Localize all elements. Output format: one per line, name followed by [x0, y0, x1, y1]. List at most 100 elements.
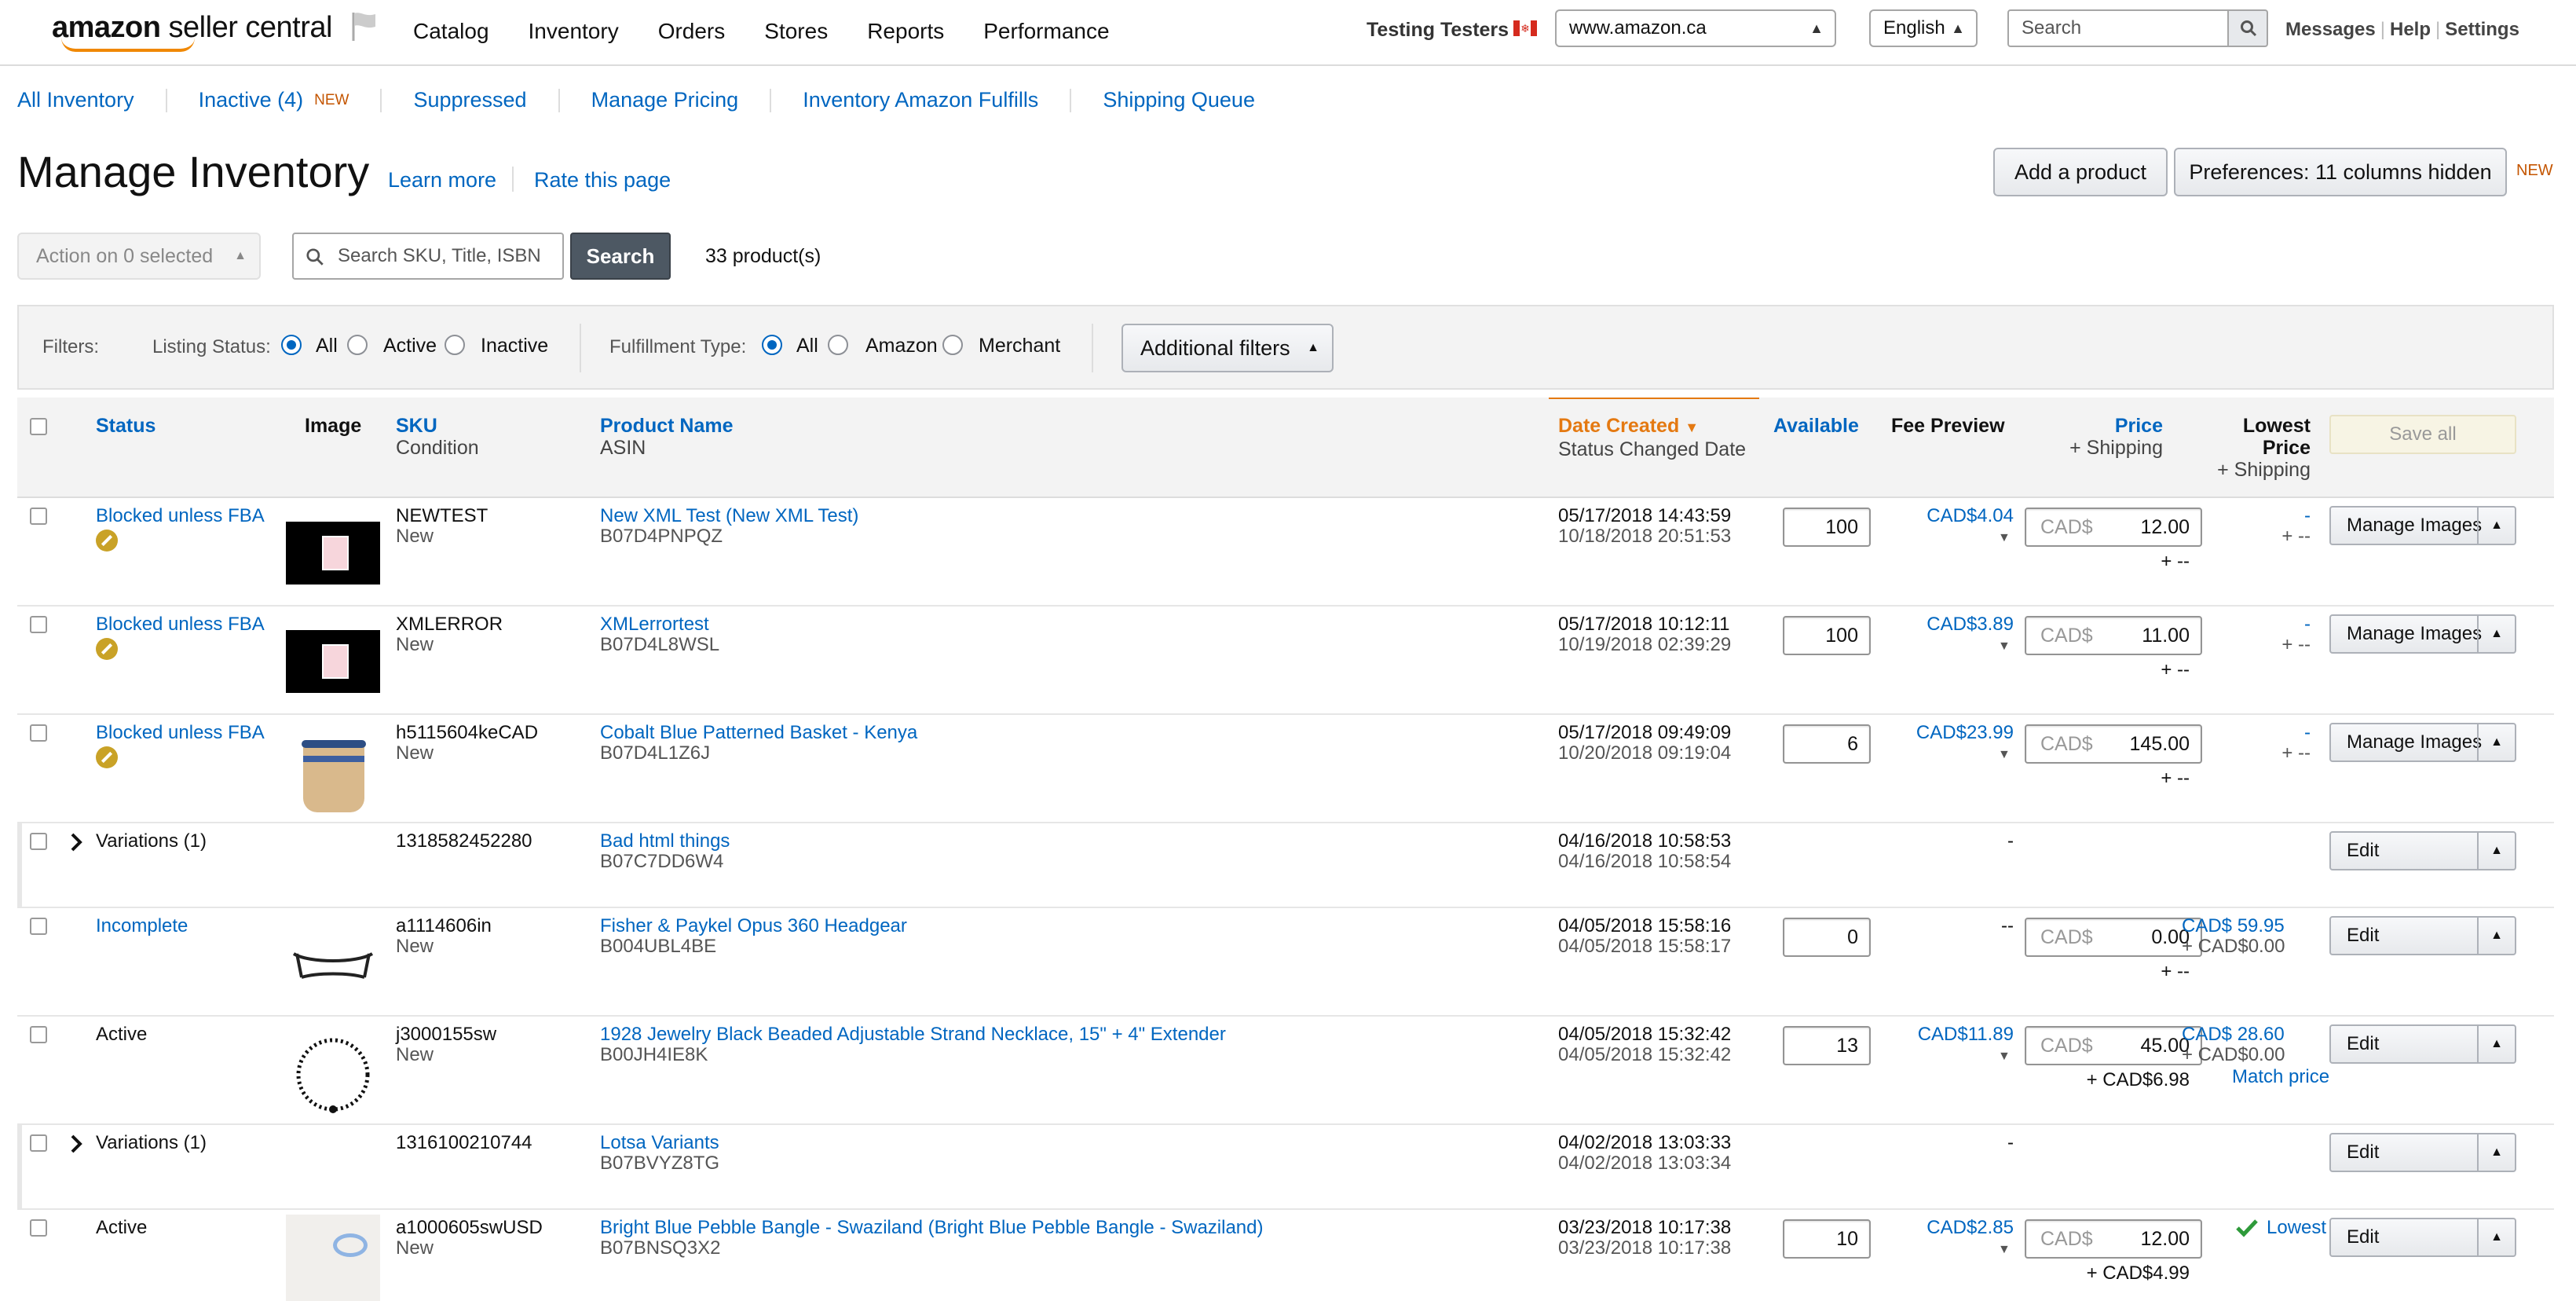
product-name-link[interactable]: Cobalt Blue Patterned Basket - Kenya: [600, 722, 917, 743]
fee-preview-link[interactable]: CAD$23.99: [1902, 723, 2014, 743]
chevron-down-icon[interactable]: ▼: [1998, 1050, 2011, 1064]
listing-status-active-label[interactable]: Active: [383, 335, 437, 357]
match-price-link[interactable]: Match price: [2232, 1067, 2329, 1087]
row-checkbox[interactable]: [30, 1026, 47, 1043]
product-name-link[interactable]: New XML Test (New XML Test): [600, 505, 858, 526]
fee-preview-link[interactable]: CAD$11.89: [1902, 1024, 2014, 1045]
listing-status-active-radio[interactable]: [347, 335, 368, 355]
row-checkbox[interactable]: [30, 1219, 47, 1237]
col-sku[interactable]: SKU Condition: [396, 415, 479, 459]
listing-status-inactive-radio[interactable]: [445, 335, 465, 355]
price-input[interactable]: CAD$ 145.00: [2025, 724, 2202, 764]
subnav-all-inventory[interactable]: All Inventory: [17, 88, 134, 112]
nav-orders[interactable]: Orders: [658, 19, 726, 44]
manage-images-button[interactable]: Manage Images ▲: [2329, 723, 2516, 762]
price-input[interactable]: CAD$ 0.00: [2025, 918, 2202, 957]
edit-button[interactable]: Edit ▲: [2329, 1218, 2516, 1257]
fulfillment-amazon-label[interactable]: Amazon: [865, 335, 938, 357]
available-input[interactable]: 100: [1783, 616, 1871, 655]
chevron-down-icon[interactable]: ▼: [1998, 640, 2011, 654]
status-link[interactable]: Blocked unless FBA: [96, 506, 265, 526]
additional-filters-button[interactable]: Additional filters ▲: [1122, 324, 1334, 372]
col-status[interactable]: Status: [96, 415, 156, 437]
manage-images-button[interactable]: Manage Images ▲: [2329, 614, 2516, 654]
available-input[interactable]: 10: [1783, 1219, 1871, 1259]
product-name-link[interactable]: Lotsa Variants: [600, 1132, 719, 1153]
edit-button[interactable]: Edit ▲: [2329, 916, 2516, 955]
col-available[interactable]: Available: [1773, 415, 1859, 437]
col-price[interactable]: Price + Shipping: [2044, 415, 2163, 459]
chevron-down-icon[interactable]: ▼: [1998, 1243, 2011, 1257]
chevron-down-icon[interactable]: ▼: [1998, 748, 2011, 762]
row-checkbox[interactable]: [30, 918, 47, 935]
learn-more-link[interactable]: Learn more: [388, 168, 496, 192]
product-thumbnail[interactable]: [286, 1215, 380, 1301]
row-checkbox[interactable]: [30, 616, 47, 633]
product-thumbnail[interactable]: [286, 726, 380, 819]
fulfillment-all-radio[interactable]: [762, 335, 782, 355]
fulfillment-merchant-radio[interactable]: [942, 335, 963, 355]
language-select[interactable]: English ▲: [1869, 9, 1978, 47]
preferences-button[interactable]: Preferences: 11 columns hidden: [2174, 148, 2507, 196]
select-arrows-icon[interactable]: ▲: [2477, 1219, 2515, 1255]
subnav-inventory-amazon-fulfills[interactable]: Inventory Amazon Fulfills: [803, 88, 1038, 112]
variations-toggle[interactable]: Variations (1): [96, 1133, 207, 1153]
rate-page-link[interactable]: Rate this page: [534, 168, 671, 192]
fee-preview-link[interactable]: CAD$3.89: [1902, 614, 2014, 635]
nav-inventory[interactable]: Inventory: [529, 19, 619, 44]
select-arrows-icon[interactable]: ▲: [2477, 616, 2515, 652]
fulfillment-all-label[interactable]: All: [796, 335, 818, 357]
fulfillment-amazon-radio[interactable]: [828, 335, 848, 355]
listing-status-all-radio[interactable]: [281, 335, 302, 355]
lowest-price[interactable]: -: [2182, 506, 2311, 526]
select-arrows-icon[interactable]: ▲: [2477, 724, 2515, 760]
listing-status-all-label[interactable]: All: [316, 335, 338, 357]
available-input[interactable]: 0: [1783, 918, 1871, 957]
fulfillment-merchant-label[interactable]: Merchant: [979, 335, 1060, 357]
fee-preview-link[interactable]: CAD$4.04: [1902, 506, 2014, 526]
available-input[interactable]: 100: [1783, 508, 1871, 547]
subnav-suppressed[interactable]: Suppressed: [413, 88, 526, 112]
messages-link[interactable]: Messages: [2285, 19, 2376, 40]
chevron-right-icon[interactable]: [68, 831, 85, 853]
inventory-search-input[interactable]: Search SKU, Title, ISBN: [292, 233, 564, 280]
chevron-right-icon[interactable]: [68, 1133, 85, 1155]
subnav-manage-pricing[interactable]: Manage Pricing: [591, 88, 739, 112]
select-arrows-icon[interactable]: ▲: [2477, 918, 2515, 954]
subnav-shipping-queue[interactable]: Shipping Queue: [1103, 88, 1255, 112]
product-thumbnail[interactable]: [286, 522, 380, 585]
fee-preview-link[interactable]: CAD$2.85: [1902, 1218, 2014, 1238]
product-name-link[interactable]: Bright Blue Pebble Bangle - Swaziland (B…: [600, 1217, 1264, 1238]
status-link[interactable]: Blocked unless FBA: [96, 723, 265, 743]
lowest-price[interactable]: CAD$ 59.95: [2182, 916, 2331, 936]
settings-link[interactable]: Settings: [2445, 19, 2519, 40]
save-all-button[interactable]: Save all: [2329, 415, 2516, 454]
price-input[interactable]: CAD$ 12.00: [2025, 508, 2202, 547]
nav-reports[interactable]: Reports: [867, 19, 944, 44]
price-input[interactable]: CAD$ 12.00: [2025, 1219, 2202, 1259]
row-checkbox[interactable]: [30, 1134, 47, 1152]
add-product-button[interactable]: Add a product: [1993, 148, 2168, 196]
nav-performance[interactable]: Performance: [983, 19, 1109, 44]
nav-catalog[interactable]: Catalog: [413, 19, 489, 44]
product-thumbnail[interactable]: [286, 630, 380, 693]
select-arrows-icon[interactable]: ▲: [2477, 1134, 2515, 1171]
product-name-link[interactable]: Fisher & Paykel Opus 360 Headgear: [600, 915, 907, 936]
manage-images-button[interactable]: Manage Images ▲: [2329, 506, 2516, 545]
select-arrows-icon[interactable]: ▲: [2477, 1026, 2515, 1062]
select-arrows-icon[interactable]: ▲: [2477, 833, 2515, 869]
top-search-input[interactable]: Search: [2007, 9, 2229, 47]
row-checkbox[interactable]: [30, 724, 47, 742]
status-link[interactable]: Incomplete: [96, 916, 188, 936]
select-arrows-icon[interactable]: ▲: [2477, 508, 2515, 544]
select-all-checkbox[interactable]: [30, 418, 47, 435]
product-name-link[interactable]: Bad html things: [600, 830, 730, 852]
available-input[interactable]: 13: [1783, 1026, 1871, 1065]
row-checkbox[interactable]: [30, 508, 47, 525]
lowest-price[interactable]: -: [2182, 723, 2311, 743]
marketplace-select[interactable]: www.amazon.ca ▲: [1555, 9, 1836, 47]
help-link[interactable]: Help: [2390, 19, 2431, 40]
listing-status-inactive-label[interactable]: Inactive: [481, 335, 548, 357]
inventory-search-button[interactable]: Search: [570, 233, 671, 280]
nav-stores[interactable]: Stores: [764, 19, 828, 44]
